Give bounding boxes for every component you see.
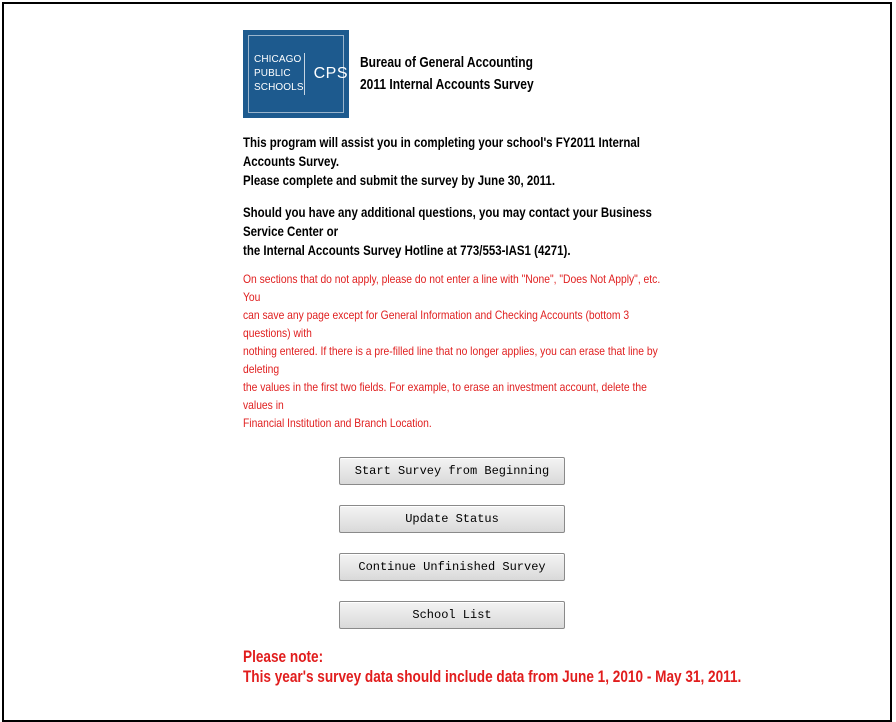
- intro-line-2: Please complete and submit the survey by…: [243, 172, 556, 188]
- logo-line-schools: SCHOOLS: [254, 82, 304, 93]
- contact-line-1: Should you have any additional questions…: [243, 204, 652, 239]
- school-list-button[interactable]: School List: [339, 601, 565, 629]
- logo-line-chicago: CHICAGO: [254, 54, 302, 65]
- logo-border: CHICAGO PUBLIC SCHOOLS CPS: [248, 35, 348, 113]
- update-status-button[interactable]: Update Status: [339, 505, 565, 533]
- cps-logo: CHICAGO PUBLIC SCHOOLS CPS: [243, 30, 349, 118]
- warning-line-4: the values in the first two fields. For …: [243, 380, 647, 412]
- warning-line-3: nothing entered. If there is a pre-fille…: [243, 344, 658, 376]
- warning-line-1: On sections that do not apply, please do…: [243, 272, 661, 304]
- page-subtitle: 2011 Internal Accounts Survey: [360, 76, 534, 93]
- logo-line-public: PUBLIC: [254, 68, 291, 79]
- continue-survey-button[interactable]: Continue Unfinished Survey: [339, 553, 565, 581]
- action-buttons: Start Survey from Beginning Update Statu…: [339, 457, 673, 629]
- contact-line-2: the Internal Accounts Survey Hotline at …: [243, 242, 571, 258]
- page-title: Bureau of General Accounting: [360, 54, 533, 71]
- header: CHICAGO PUBLIC SCHOOLS CPS Bureau of Gen…: [243, 30, 673, 118]
- logo-wordmark: CHICAGO PUBLIC SCHOOLS: [249, 53, 305, 95]
- instructions-warning: On sections that do not apply, please do…: [243, 270, 673, 432]
- note-text: This year's survey data should include d…: [243, 667, 742, 686]
- note-section: Please note: This year's survey data sho…: [243, 645, 742, 689]
- intro-paragraph: This program will assist you in completi…: [243, 133, 669, 190]
- logo-abbreviation: CPS: [313, 65, 349, 82]
- intro-line-1: This program will assist you in completi…: [243, 134, 640, 169]
- start-survey-button[interactable]: Start Survey from Beginning: [339, 457, 565, 485]
- warning-line-5: Financial Institution and Branch Locatio…: [243, 416, 432, 430]
- contact-paragraph: Should you have any additional questions…: [243, 203, 669, 260]
- warning-line-2: can save any page except for General Inf…: [243, 308, 630, 340]
- header-titles: Bureau of General Accounting 2011 Intern…: [360, 52, 577, 96]
- main-content: CHICAGO PUBLIC SCHOOLS CPS Bureau of Gen…: [243, 30, 742, 689]
